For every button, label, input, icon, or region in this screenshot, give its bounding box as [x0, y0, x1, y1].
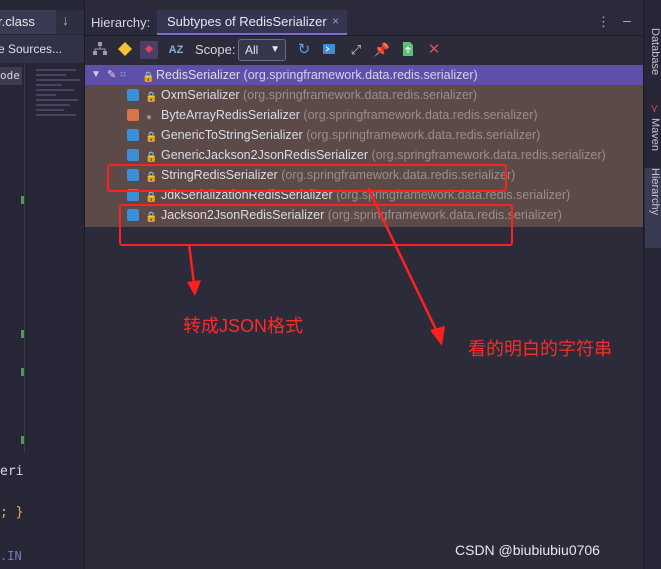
tool-maven[interactable]: Maven	[645, 118, 661, 151]
note-readable-string: 看的明白的字符串	[468, 339, 612, 359]
maven-icon: ≻	[648, 104, 660, 114]
right-tool-strip: Database ≻ Maven Hierarchy	[643, 0, 661, 569]
annotation-arrows	[187, 187, 445, 346]
tool-database[interactable]: Database	[645, 28, 661, 75]
watermark: CSDN @biubiubiu0706	[455, 542, 600, 558]
tool-hierarchy[interactable]: Hierarchy	[645, 168, 661, 248]
note-json-format: 转成JSON格式	[183, 316, 304, 336]
